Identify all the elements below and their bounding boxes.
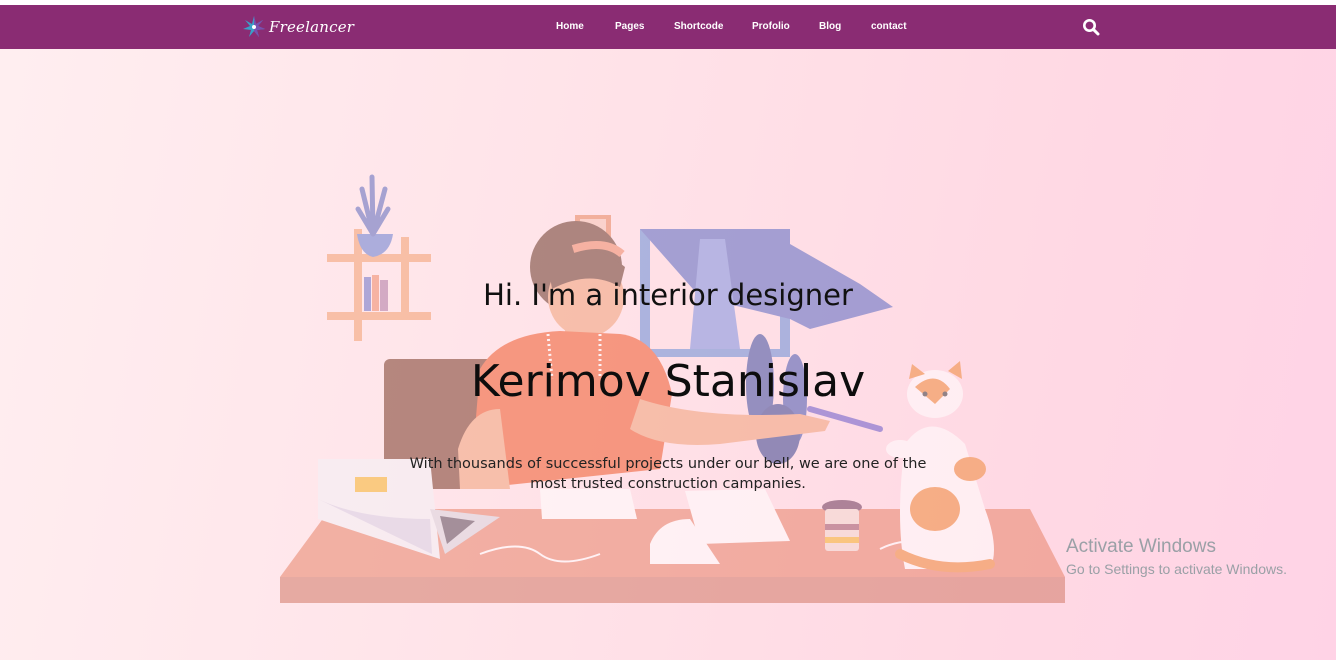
star-burst-icon (243, 16, 265, 37)
search-icon (1083, 19, 1100, 36)
nav-blog[interactable]: Blog (819, 21, 841, 32)
nav-profolio[interactable]: Profolio (752, 21, 790, 32)
nav-shortcode[interactable]: Shortcode (674, 21, 723, 32)
search-button[interactable] (1082, 18, 1100, 36)
hero-description: With thousands of successful projects un… (409, 456, 927, 492)
navbar: Freelancer Home Pages Shortcode Profolio… (0, 5, 1336, 49)
brand-name: Freelancer (269, 18, 355, 36)
activation-subtitle: Go to Settings to activate Windows. (1066, 561, 1287, 577)
activation-title: Activate Windows (1066, 536, 1216, 557)
hero-subtitle: Hi. I'm a interior designer (483, 278, 853, 312)
nav-contact[interactable]: contact (871, 21, 907, 32)
hero-name: Kerimov Stanislav (470, 356, 866, 407)
nav-pages[interactable]: Pages (615, 21, 644, 32)
brand-logo[interactable]: Freelancer (241, 13, 354, 41)
nav-home[interactable]: Home (556, 21, 584, 32)
windows-activation-watermark: Activate Windows Go to Settings to activ… (1066, 536, 1287, 577)
